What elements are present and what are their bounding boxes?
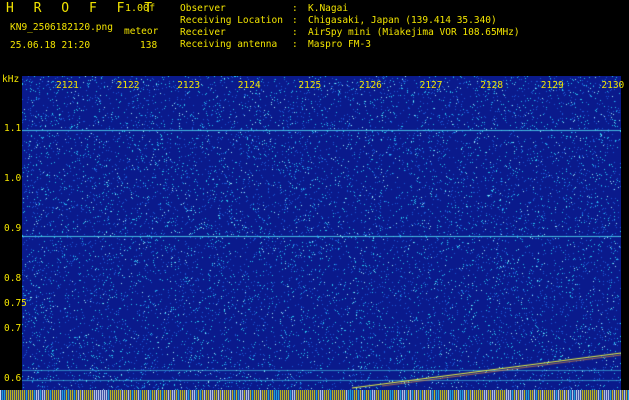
info-sep: : — [292, 39, 298, 50]
info-value: Chigasaki, Japan (139.414 35.340) — [308, 15, 497, 26]
x-tick-label: 2121 — [56, 80, 79, 91]
y-tick-label: 0.75 — [4, 298, 27, 309]
y-tick-label: 0.7 — [4, 323, 22, 334]
info-sep: : — [292, 15, 298, 26]
x-tick-label: 2129 — [540, 80, 564, 91]
image-filename: KN9_2506182120.png — [10, 22, 113, 33]
x-tick-label: 2130 — [601, 80, 625, 91]
x-tick-label: 2125 — [298, 80, 322, 91]
y-tick-label: 0.6 — [4, 373, 22, 384]
y-axis-unit: kHz — [2, 74, 20, 85]
event-count: 138 — [140, 40, 158, 51]
info-value: Maspro FM-3 — [308, 39, 371, 50]
x-tick-label: 2128 — [480, 80, 504, 91]
detection-mode: meteor — [124, 26, 159, 37]
info-value: K.Nagai — [308, 3, 349, 14]
info-row-observer: Observer : K.Nagai — [180, 3, 520, 15]
info-key: Receiving antenna — [180, 39, 278, 50]
y-tick-label: 1.1 — [4, 123, 22, 134]
signal-strength-strip — [0, 390, 629, 400]
info-row-antenna: Receiving antenna : Maspro FM-3 — [180, 39, 520, 51]
info-key: Observer — [180, 3, 226, 14]
y-tick-label: 0.9 — [4, 223, 22, 234]
y-tick-label: 1.0 — [4, 173, 22, 184]
x-tick-label: 2122 — [116, 80, 140, 91]
station-info: Observer : K.Nagai Receiving Location : … — [180, 3, 520, 51]
capture-datetime: 25.06.18 21:20 — [10, 40, 91, 51]
app-version: 1.00f — [125, 3, 156, 14]
x-tick-label: 2126 — [359, 80, 382, 91]
info-row-location: Receiving Location : Chigasaki, Japan (1… — [180, 15, 520, 27]
info-value: AirSpy mini (Miakejima VOR 108.65MHz) — [308, 27, 520, 38]
spectrogram — [22, 76, 621, 400]
x-tick-label: 2123 — [177, 80, 201, 91]
info-key: Receiver — [180, 27, 226, 38]
y-tick-label: 0.8 — [4, 273, 22, 284]
info-sep: : — [292, 27, 298, 38]
header-panel: H R O F F T 1.00f KN9_2506182120.png met… — [0, 0, 629, 76]
x-tick-label: 2124 — [237, 80, 261, 91]
info-sep: : — [292, 3, 298, 14]
info-row-receiver: Receiver : AirSpy mini (Miakejima VOR 10… — [180, 27, 520, 39]
spectrogram-canvas — [22, 76, 621, 400]
x-tick-label: 2127 — [419, 80, 443, 91]
info-key: Receiving Location — [180, 15, 283, 26]
